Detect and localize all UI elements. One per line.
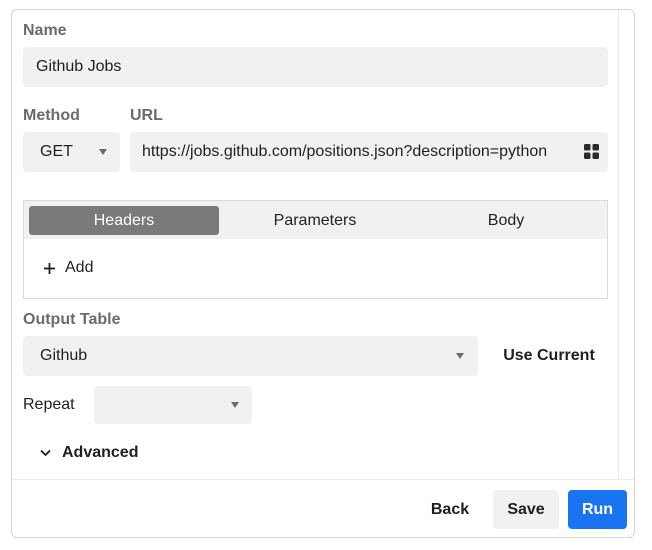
tab-parameters[interactable]: Parameters (220, 206, 410, 235)
url-label: URL (130, 107, 163, 124)
caret-down-icon (231, 402, 239, 408)
tab-body[interactable]: Body (411, 206, 601, 235)
use-current-button[interactable]: Use Current (490, 336, 608, 376)
footer-divider (12, 479, 634, 480)
tab-headers[interactable]: Headers (29, 206, 219, 235)
repeat-select[interactable] (94, 386, 252, 424)
scrollbar-track[interactable] (618, 10, 619, 479)
method-label: Method (23, 107, 80, 124)
caret-down-icon (99, 149, 107, 155)
tab-parameters-label: Parameters (273, 211, 357, 229)
save-label: Save (507, 500, 545, 518)
advanced-label: Advanced (62, 444, 139, 461)
output-table-select[interactable]: Github (23, 336, 478, 376)
name-value: Github Jobs (36, 58, 122, 75)
chevron-down-icon (40, 449, 51, 457)
method-value: GET (40, 143, 73, 160)
run-button[interactable]: Run (568, 490, 627, 529)
repeat-label: Repeat (23, 396, 75, 413)
name-input[interactable]: Github Jobs (23, 47, 608, 87)
output-table-label: Output Table (23, 311, 121, 328)
tab-body-label: Body (487, 211, 525, 229)
request-options-box: Headers Parameters Body Add (23, 200, 608, 299)
use-current-label: Use Current (503, 347, 595, 364)
url-value: https://jobs.github.com/positions.json?d… (142, 143, 548, 160)
add-label: Add (65, 259, 94, 276)
run-label: Run (581, 500, 614, 518)
advanced-toggle[interactable]: Advanced (40, 444, 138, 462)
caret-down-icon (456, 353, 464, 359)
back-button[interactable]: Back (415, 490, 485, 529)
output-table-value: Github (40, 347, 88, 364)
grid-icon[interactable] (584, 144, 599, 159)
url-input[interactable]: https://jobs.github.com/positions.json?d… (130, 132, 608, 172)
save-button[interactable]: Save (493, 490, 559, 529)
add-header-button[interactable]: Add (44, 259, 93, 277)
method-select[interactable]: GET (23, 132, 120, 172)
tab-bar: Headers Parameters Body (24, 201, 607, 239)
plus-icon (44, 262, 55, 274)
request-form-panel: Name Github Jobs Method URL GET https://… (11, 9, 635, 538)
name-label: Name (23, 22, 67, 39)
tab-headers-label: Headers (93, 211, 155, 229)
back-label: Back (430, 500, 470, 518)
